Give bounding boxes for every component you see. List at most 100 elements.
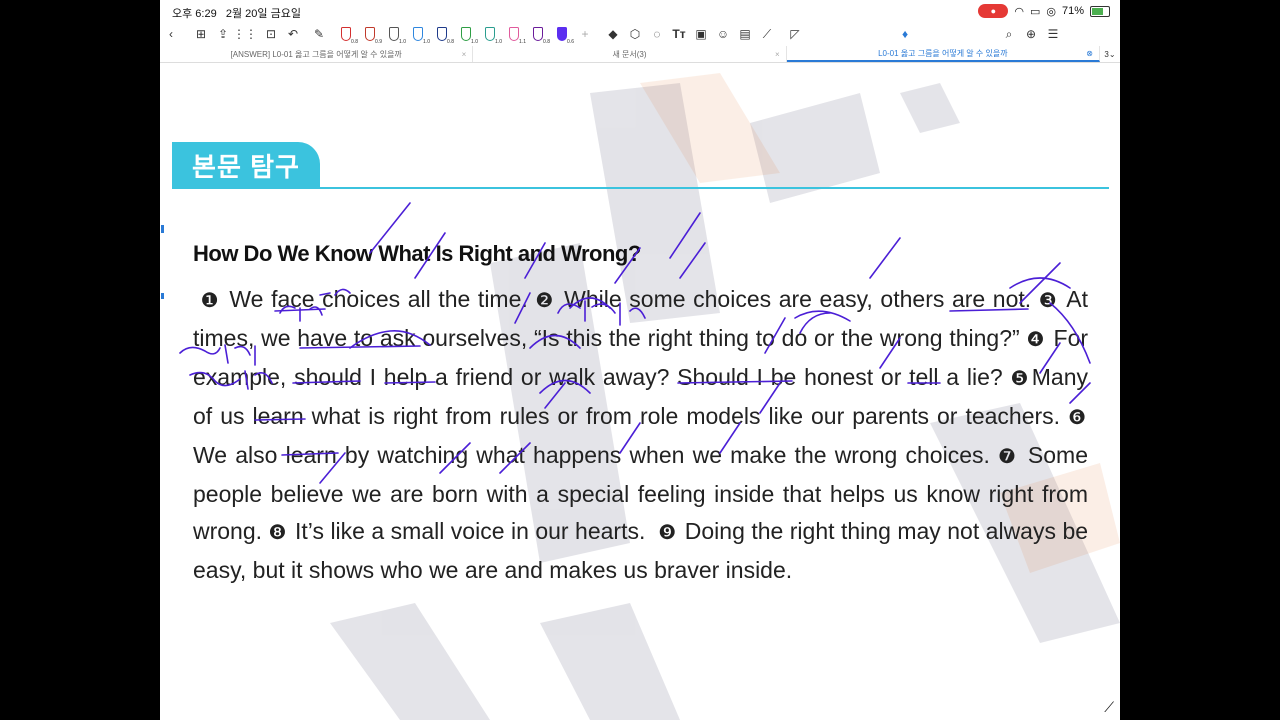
pen-size-label: 0.8	[351, 39, 358, 45]
pen-icon[interactable]: 1.0	[382, 22, 406, 46]
pen-body	[437, 27, 447, 41]
sentence: ❷ While some choices are easy, others ar…	[535, 286, 1031, 312]
pen-body	[461, 27, 471, 41]
pen-icon[interactable]: 0.9	[358, 22, 382, 46]
sentence: ❽ It’s like a small voice in our hearts.	[269, 518, 646, 544]
eraser-icon[interactable]: ◆	[602, 23, 624, 45]
battery-fill	[1092, 7, 1104, 15]
grid-icon[interactable]: ⋮⋮	[233, 23, 257, 45]
back-icon[interactable]: ‹	[160, 23, 182, 45]
lasso-icon[interactable]: ◌	[646, 23, 668, 45]
pen-size-label: 1.1	[519, 39, 526, 45]
thumbnails-icon[interactable]: ⊞	[190, 23, 212, 45]
status-time: 오후 6:29	[172, 8, 217, 20]
pen-size-label: 1.0	[399, 39, 406, 45]
pen-presets: 0.8 0.9 1.0 1.0 0.8 1.0 1.0 1.1 0.8 0.6	[334, 22, 574, 46]
more-menu-icon[interactable]: ☰	[1042, 23, 1064, 45]
sentence-text: We also learn by watching what happens w…	[193, 442, 990, 468]
sentence-number: ❼	[998, 446, 1018, 468]
section-divider	[172, 187, 1109, 189]
pen-icon[interactable]: 0.8	[430, 22, 454, 46]
pen-icon[interactable]: 0.6	[550, 22, 574, 46]
tab-label: L0-01 옳고 그름을 어떻게 알 수 있을까	[878, 48, 1008, 58]
export-icon[interactable]: ⇪	[212, 23, 234, 45]
pen-size-label: 0.8	[543, 39, 550, 45]
wifi-icon: ◠	[1014, 5, 1024, 18]
search-icon[interactable]: ⌕	[998, 23, 1020, 45]
pen-body	[365, 27, 375, 41]
scroll-indicator: ⟋	[1104, 699, 1114, 715]
status-bar: 오후 6:29 2월 20일 금요일 ● ◠ ▭ ◎ 71%	[160, 0, 1120, 22]
shapes-icon[interactable]: ⬡	[624, 23, 646, 45]
pen-body	[557, 27, 567, 41]
sentence-number: ❷	[535, 290, 555, 312]
pen-body	[389, 27, 399, 41]
tab-label: 새 문서(3)	[612, 49, 647, 59]
passage-title: How Do We Know What Is Right and Wrong?	[193, 241, 641, 266]
status-left: 오후 6:29 2월 20일 금요일	[172, 5, 301, 21]
status-date: 2월 20일 금요일	[225, 8, 301, 20]
pen-size-label: 1.0	[471, 39, 478, 45]
sticky-note-icon[interactable]: ◸	[784, 23, 806, 45]
tab-count-value: 3	[1104, 49, 1109, 59]
document-tabs: [ANSWER] L0-01 옳고 그름을 어떻게 알 수 있을까 × 새 문서…	[160, 46, 1120, 63]
sentence-number: ❹	[1026, 329, 1045, 351]
section-header: 본문 탐구	[172, 142, 320, 188]
text-tool-icon[interactable]: Tт	[668, 23, 690, 45]
tablet-screen: 오후 6:29 2월 20일 금요일 ● ◠ ▭ ◎ 71% ‹ ⊞ ⇪ ⋮⋮ …	[160, 0, 1120, 720]
tab-new-document[interactable]: 새 문서(3) ×	[473, 46, 787, 62]
sentence-number: ❻	[1068, 407, 1086, 429]
pen-icon[interactable]: 1.0	[406, 22, 430, 46]
sentence-number: ❾	[658, 522, 677, 544]
sentence-number: ❺	[1010, 368, 1030, 390]
share-icon[interactable]: ⊕	[1020, 23, 1042, 45]
tab-count[interactable]: 3 ⌄	[1100, 46, 1120, 62]
toolbar: ‹ ⊞ ⇪ ⋮⋮ ⊡ ↶ ✎ 0.8 0.9 1.0 1.0 0.8 1.0 1.0 1.1 0…	[160, 22, 1120, 46]
tab-current[interactable]: L0-01 옳고 그름을 어떻게 알 수 있을까 ⊗	[786, 46, 1100, 62]
battery-percent: 71%	[1061, 5, 1084, 17]
pen-body	[533, 27, 543, 41]
undo-icon[interactable]: ↶	[282, 23, 304, 45]
sentence-number: ❶	[200, 290, 220, 312]
pen-body	[485, 27, 495, 41]
sentence-number: ❸	[1038, 290, 1058, 312]
laser-pointer-icon[interactable]: ⟋	[756, 23, 778, 45]
microphone-icon[interactable]: ♦	[894, 23, 916, 45]
pen-icon[interactable]: 1.1	[502, 22, 526, 46]
tab-answer[interactable]: [ANSWER] L0-01 옳고 그름을 어떻게 알 수 있을까 ×	[160, 46, 474, 62]
sentence-text: While some choices are easy, others are …	[564, 286, 1032, 312]
close-tab-icon[interactable]: ×	[462, 50, 467, 59]
screen-record-icon[interactable]: ●	[978, 4, 1009, 18]
pen-size-label: 0.6	[567, 39, 574, 45]
sticker-icon[interactable]: ☺	[712, 23, 734, 45]
pen-size-label: 1.0	[423, 39, 430, 45]
document-page[interactable]: 본문 탐구 How Do We Know What Is Right and W…	[160, 63, 1120, 720]
close-tab-icon[interactable]: ×	[775, 50, 780, 59]
side-markers	[160, 213, 166, 303]
selection-icon[interactable]: ⊡	[260, 23, 282, 45]
sentence-number: ❽	[268, 522, 287, 544]
screen-mirror-icon: ▭	[1029, 5, 1041, 18]
pencil-tool-icon[interactable]: ✎	[308, 23, 330, 45]
battery-icon	[1090, 5, 1110, 17]
image-icon[interactable]: ▣	[690, 23, 712, 45]
sentence-text: We face choices all the time.	[229, 286, 528, 312]
pen-size-label: 0.9	[375, 39, 382, 45]
pen-icon[interactable]: 0.8	[334, 22, 358, 46]
lock-rotation-icon: ◎	[1046, 5, 1056, 18]
pen-size-label: 0.8	[447, 39, 454, 45]
comment-icon[interactable]: ▤	[734, 23, 756, 45]
tab-label: [ANSWER] L0-01 옳고 그름을 어떻게 알 수 있을까	[230, 49, 402, 59]
pen-icon[interactable]: 1.0	[478, 22, 502, 46]
pen-body	[509, 27, 519, 41]
add-pen-icon[interactable]: +	[574, 23, 596, 45]
close-tab-icon[interactable]: ⊗	[1086, 49, 1093, 58]
status-right: ● ◠ ▭ ◎ 71%	[978, 4, 1110, 18]
pen-body	[341, 27, 351, 41]
pen-icon[interactable]: 0.8	[526, 22, 550, 46]
pen-body	[413, 27, 423, 41]
sentence: ❶ We face choices all the time.	[193, 286, 528, 312]
sentence-text: It’s like a small voice in our hearts.	[295, 518, 646, 544]
pen-icon[interactable]: 1.0	[454, 22, 478, 46]
passage-body: ❶ We face choices all the time. ❷ While …	[193, 281, 1088, 589]
